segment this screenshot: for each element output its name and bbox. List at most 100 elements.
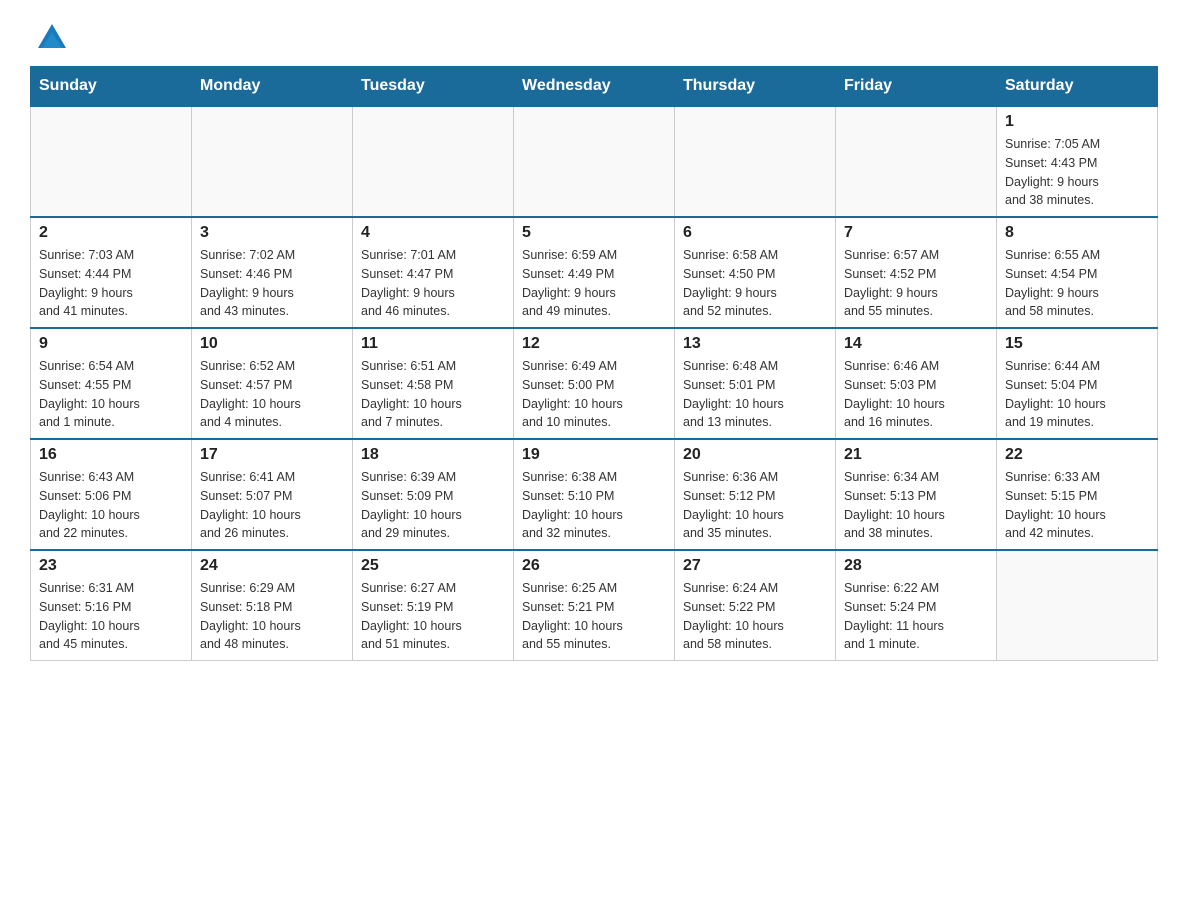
day-number: 18 xyxy=(361,446,505,464)
calendar-table: SundayMondayTuesdayWednesdayThursdayFrid… xyxy=(30,66,1158,661)
day-info: Sunrise: 7:02 AM Sunset: 4:46 PM Dayligh… xyxy=(200,246,344,321)
calendar-cell: 9 Sunrise: 6:54 AM Sunset: 4:55 PM Daylig… xyxy=(31,328,192,439)
day-number: 8 xyxy=(1005,224,1149,242)
calendar-cell: 24 Sunrise: 6:29 AM Sunset: 5:18 PM Dayli… xyxy=(192,550,353,661)
day-number: 19 xyxy=(522,446,666,464)
day-info: Sunrise: 7:03 AM Sunset: 4:44 PM Dayligh… xyxy=(39,246,183,321)
day-info: Sunrise: 6:36 AM Sunset: 5:12 PM Dayligh… xyxy=(683,468,827,543)
calendar-cell: 25 Sunrise: 6:27 AM Sunset: 5:19 PM Dayli… xyxy=(353,550,514,661)
header-tuesday: Tuesday xyxy=(353,67,514,107)
day-number: 21 xyxy=(844,446,988,464)
day-info: Sunrise: 6:48 AM Sunset: 5:01 PM Dayligh… xyxy=(683,357,827,432)
day-info: Sunrise: 6:51 AM Sunset: 4:58 PM Dayligh… xyxy=(361,357,505,432)
header-monday: Monday xyxy=(192,67,353,107)
calendar-cell: 27 Sunrise: 6:24 AM Sunset: 5:22 PM Dayli… xyxy=(675,550,836,661)
day-number: 1 xyxy=(1005,113,1149,131)
header-wednesday: Wednesday xyxy=(514,67,675,107)
day-number: 24 xyxy=(200,557,344,575)
calendar-week-row: 2 Sunrise: 7:03 AM Sunset: 4:44 PM Daylig… xyxy=(31,217,1158,328)
day-number: 10 xyxy=(200,335,344,353)
calendar-cell xyxy=(514,106,675,217)
calendar-header: SundayMondayTuesdayWednesdayThursdayFrid… xyxy=(31,67,1158,107)
day-number: 5 xyxy=(522,224,666,242)
day-number: 13 xyxy=(683,335,827,353)
day-info: Sunrise: 6:59 AM Sunset: 4:49 PM Dayligh… xyxy=(522,246,666,321)
day-info: Sunrise: 6:46 AM Sunset: 5:03 PM Dayligh… xyxy=(844,357,988,432)
day-number: 7 xyxy=(844,224,988,242)
calendar-cell xyxy=(997,550,1158,661)
day-info: Sunrise: 6:39 AM Sunset: 5:09 PM Dayligh… xyxy=(361,468,505,543)
day-info: Sunrise: 6:25 AM Sunset: 5:21 PM Dayligh… xyxy=(522,579,666,654)
day-number: 9 xyxy=(39,335,183,353)
day-info: Sunrise: 6:41 AM Sunset: 5:07 PM Dayligh… xyxy=(200,468,344,543)
day-number: 28 xyxy=(844,557,988,575)
day-number: 22 xyxy=(1005,446,1149,464)
day-info: Sunrise: 6:55 AM Sunset: 4:54 PM Dayligh… xyxy=(1005,246,1149,321)
day-number: 2 xyxy=(39,224,183,242)
day-info: Sunrise: 6:54 AM Sunset: 4:55 PM Dayligh… xyxy=(39,357,183,432)
logo xyxy=(30,20,74,56)
calendar-cell: 6 Sunrise: 6:58 AM Sunset: 4:50 PM Daylig… xyxy=(675,217,836,328)
day-number: 26 xyxy=(522,557,666,575)
calendar-cell: 18 Sunrise: 6:39 AM Sunset: 5:09 PM Dayli… xyxy=(353,439,514,550)
day-info: Sunrise: 6:57 AM Sunset: 4:52 PM Dayligh… xyxy=(844,246,988,321)
header-row: SundayMondayTuesdayWednesdayThursdayFrid… xyxy=(31,67,1158,107)
calendar-cell: 4 Sunrise: 7:01 AM Sunset: 4:47 PM Daylig… xyxy=(353,217,514,328)
calendar-cell xyxy=(192,106,353,217)
calendar-cell: 8 Sunrise: 6:55 AM Sunset: 4:54 PM Daylig… xyxy=(997,217,1158,328)
calendar-cell: 10 Sunrise: 6:52 AM Sunset: 4:57 PM Dayli… xyxy=(192,328,353,439)
day-number: 25 xyxy=(361,557,505,575)
calendar-cell: 28 Sunrise: 6:22 AM Sunset: 5:24 PM Dayli… xyxy=(836,550,997,661)
day-info: Sunrise: 6:58 AM Sunset: 4:50 PM Dayligh… xyxy=(683,246,827,321)
day-info: Sunrise: 6:27 AM Sunset: 5:19 PM Dayligh… xyxy=(361,579,505,654)
day-info: Sunrise: 6:49 AM Sunset: 5:00 PM Dayligh… xyxy=(522,357,666,432)
calendar-cell: 26 Sunrise: 6:25 AM Sunset: 5:21 PM Dayli… xyxy=(514,550,675,661)
day-number: 20 xyxy=(683,446,827,464)
calendar-cell: 22 Sunrise: 6:33 AM Sunset: 5:15 PM Dayli… xyxy=(997,439,1158,550)
day-info: Sunrise: 6:22 AM Sunset: 5:24 PM Dayligh… xyxy=(844,579,988,654)
day-number: 6 xyxy=(683,224,827,242)
calendar-cell xyxy=(836,106,997,217)
page-header xyxy=(30,20,1158,56)
day-info: Sunrise: 6:52 AM Sunset: 4:57 PM Dayligh… xyxy=(200,357,344,432)
day-info: Sunrise: 7:01 AM Sunset: 4:47 PM Dayligh… xyxy=(361,246,505,321)
calendar-cell: 20 Sunrise: 6:36 AM Sunset: 5:12 PM Dayli… xyxy=(675,439,836,550)
calendar-cell: 16Sunrise: 6:43 AM Sunset: 5:06 PM Dayli… xyxy=(31,439,192,550)
day-info: Sunrise: 6:34 AM Sunset: 5:13 PM Dayligh… xyxy=(844,468,988,543)
day-info: Sunrise: 6:29 AM Sunset: 5:18 PM Dayligh… xyxy=(200,579,344,654)
header-friday: Friday xyxy=(836,67,997,107)
logo-icon xyxy=(34,20,70,56)
day-info: Sunrise: 6:31 AM Sunset: 5:16 PM Dayligh… xyxy=(39,579,183,654)
day-info: Sunrise: 6:33 AM Sunset: 5:15 PM Dayligh… xyxy=(1005,468,1149,543)
day-number: 4 xyxy=(361,224,505,242)
calendar-cell: 1 Sunrise: 7:05 AM Sunset: 4:43 PM Daylig… xyxy=(997,106,1158,217)
calendar-week-row: 1 Sunrise: 7:05 AM Sunset: 4:43 PM Daylig… xyxy=(31,106,1158,217)
calendar-week-row: 9 Sunrise: 6:54 AM Sunset: 4:55 PM Daylig… xyxy=(31,328,1158,439)
calendar-cell xyxy=(353,106,514,217)
day-number: 11 xyxy=(361,335,505,353)
calendar-body: 1 Sunrise: 7:05 AM Sunset: 4:43 PM Daylig… xyxy=(31,106,1158,661)
calendar-week-row: 16Sunrise: 6:43 AM Sunset: 5:06 PM Dayli… xyxy=(31,439,1158,550)
calendar-cell: 17Sunrise: 6:41 AM Sunset: 5:07 PM Dayli… xyxy=(192,439,353,550)
calendar-week-row: 23 Sunrise: 6:31 AM Sunset: 5:16 PM Dayli… xyxy=(31,550,1158,661)
day-info: Sunrise: 6:24 AM Sunset: 5:22 PM Dayligh… xyxy=(683,579,827,654)
day-info: Sunrise: 6:38 AM Sunset: 5:10 PM Dayligh… xyxy=(522,468,666,543)
day-number: 3 xyxy=(200,224,344,242)
calendar-cell: 13 Sunrise: 6:48 AM Sunset: 5:01 PM Dayli… xyxy=(675,328,836,439)
calendar-cell: 12 Sunrise: 6:49 AM Sunset: 5:00 PM Dayli… xyxy=(514,328,675,439)
day-number: 12 xyxy=(522,335,666,353)
calendar-cell: 19 Sunrise: 6:38 AM Sunset: 5:10 PM Dayli… xyxy=(514,439,675,550)
day-number: 23 xyxy=(39,557,183,575)
calendar-cell xyxy=(31,106,192,217)
calendar-cell: 15Sunrise: 6:44 AM Sunset: 5:04 PM Dayli… xyxy=(997,328,1158,439)
day-info: Sunrise: 6:43 AM Sunset: 5:06 PM Dayligh… xyxy=(39,468,183,543)
day-info: Sunrise: 7:05 AM Sunset: 4:43 PM Dayligh… xyxy=(1005,135,1149,210)
calendar-cell xyxy=(675,106,836,217)
header-saturday: Saturday xyxy=(997,67,1158,107)
header-sunday: Sunday xyxy=(31,67,192,107)
calendar-cell: 2 Sunrise: 7:03 AM Sunset: 4:44 PM Daylig… xyxy=(31,217,192,328)
day-number: 27 xyxy=(683,557,827,575)
calendar-cell: 23 Sunrise: 6:31 AM Sunset: 5:16 PM Dayli… xyxy=(31,550,192,661)
calendar-cell: 11 Sunrise: 6:51 AM Sunset: 4:58 PM Dayli… xyxy=(353,328,514,439)
calendar-cell: 14Sunrise: 6:46 AM Sunset: 5:03 PM Dayli… xyxy=(836,328,997,439)
